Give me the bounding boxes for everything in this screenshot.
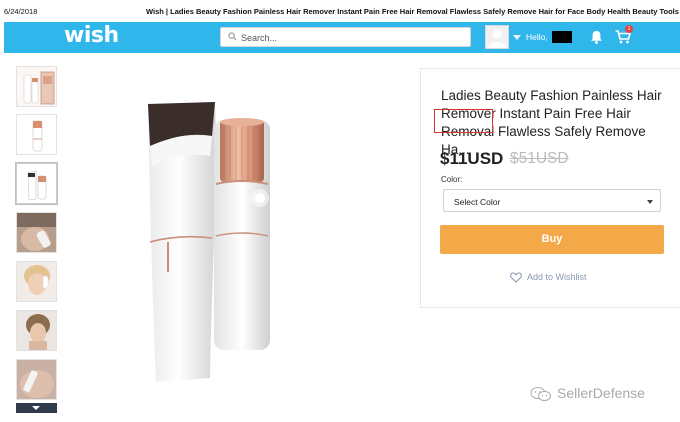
top-navbar: wish Hello, 1 [4, 22, 680, 53]
thumbnails-scroll-down-button[interactable] [16, 403, 57, 413]
original-price: $51USD [510, 150, 569, 167]
chevron-down-icon [647, 200, 653, 204]
redacted-username [552, 31, 572, 43]
user-greeting[interactable]: Hello, [526, 32, 548, 42]
search-box[interactable] [220, 27, 471, 47]
bell-icon[interactable] [589, 29, 604, 45]
print-date: 6/24/2018 [4, 7, 38, 16]
avatar[interactable] [485, 25, 509, 49]
product-single-thumbnail[interactable] [16, 114, 57, 155]
model-face-thumbnail[interactable] [16, 261, 57, 302]
face-use-thumbnail[interactable] [16, 212, 57, 253]
product-info-panel: Ladies Beauty Fashion Painless Hair Remo… [420, 68, 680, 308]
watermark-text: SellerDefense [557, 385, 645, 401]
search-icon [228, 32, 237, 41]
cart-count-badge: 1 [625, 25, 633, 33]
wish-logo[interactable]: wish [64, 23, 119, 48]
flawless-highlight-box [434, 109, 493, 133]
product-duo-thumbnail[interactable] [16, 163, 57, 204]
wishlist-label: Add to Wishlist [527, 272, 587, 282]
product-with-box-thumbnail[interactable] [16, 66, 57, 107]
print-header: 6/24/2018 Wish | Ladies Beauty Fashion P… [0, 0, 680, 22]
product-price: $11USD [440, 149, 504, 168]
buy-button[interactable]: Buy [440, 225, 664, 254]
chevron-down-icon[interactable] [513, 35, 521, 40]
model-face-thumbnail[interactable] [16, 310, 57, 351]
color-label: Color: [441, 175, 463, 184]
heart-icon [510, 272, 522, 283]
print-page-title: Wish | Ladies Beauty Fashion Painless Ha… [146, 7, 679, 16]
color-select-value: Select Color [454, 197, 501, 207]
color-select[interactable]: Select Color [443, 189, 661, 212]
user-silhouette-icon [488, 29, 506, 48]
product-in-hand-thumbnail[interactable] [16, 359, 57, 400]
main-product-image [148, 102, 270, 382]
search-input[interactable] [241, 30, 466, 45]
wechat-icon [530, 386, 552, 402]
